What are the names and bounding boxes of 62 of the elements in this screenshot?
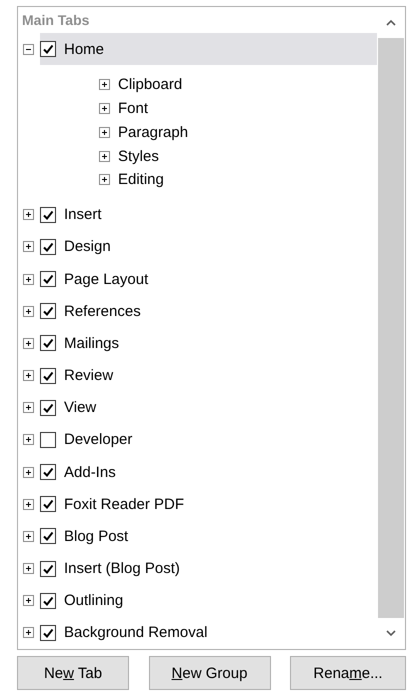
checkbox[interactable] [40, 303, 56, 320]
checkbox[interactable] [40, 206, 56, 223]
checkbox[interactable] [40, 496, 56, 512]
group-item[interactable]: Editing [116, 171, 166, 188]
expand-icon[interactable] [23, 434, 34, 446]
expand-icon[interactable] [23, 627, 34, 638]
new-group-button[interactable]: New Group [148, 656, 270, 690]
expand-icon[interactable] [99, 79, 110, 90]
tab-item[interactable]: Blog Post [40, 520, 377, 552]
checkbox[interactable] [40, 464, 56, 480]
tab-item[interactable]: View [40, 392, 377, 424]
expand-icon[interactable] [23, 595, 34, 606]
tab-item[interactable]: Design [40, 230, 377, 263]
checkbox[interactable] [40, 368, 56, 384]
checkbox[interactable] [40, 41, 56, 57]
tab-item[interactable]: Insert [40, 198, 377, 231]
tab-item[interactable]: Mailings [40, 327, 377, 360]
expand-icon[interactable] [99, 126, 110, 138]
checkbox[interactable] [40, 432, 56, 448]
expand-icon[interactable] [23, 370, 34, 382]
expand-icon[interactable] [23, 498, 34, 510]
tab-item[interactable]: Page Layout [40, 262, 377, 296]
checkbox[interactable] [40, 528, 56, 544]
expand-icon[interactable] [23, 209, 34, 220]
checkbox[interactable] [40, 335, 56, 352]
group-item[interactable]: Font [116, 100, 150, 118]
tab-item[interactable]: Review [40, 359, 377, 392]
scrollbar-thumb[interactable] [378, 38, 404, 618]
expand-icon[interactable] [99, 150, 110, 162]
checkbox[interactable] [40, 592, 56, 609]
expand-icon[interactable] [23, 274, 34, 285]
collapse-icon[interactable] [23, 44, 34, 54]
expand-icon[interactable] [23, 563, 34, 574]
expand-icon[interactable] [23, 530, 34, 542]
expand-icon[interactable] [99, 103, 110, 114]
tab-item[interactable]: Background Removal [40, 616, 377, 650]
list-header: Main Tabs [21, 11, 90, 30]
expand-icon[interactable] [23, 306, 34, 317]
tab-item[interactable]: Home [40, 32, 377, 66]
tab-item[interactable]: Add-Ins [40, 456, 377, 488]
rename-button[interactable]: Rename... [290, 656, 406, 690]
group-item[interactable]: Clipboard [116, 76, 184, 94]
tab-item[interactable]: Foxit Reader PDF [40, 488, 377, 520]
expand-icon[interactable] [23, 338, 34, 349]
scroll-up-icon[interactable] [386, 19, 396, 26]
checkbox[interactable] [40, 271, 56, 288]
checkbox[interactable] [40, 560, 56, 577]
new-tab-button[interactable]: New Tab [17, 656, 129, 690]
expand-icon[interactable] [99, 174, 110, 186]
tab-item[interactable]: References [40, 295, 377, 328]
scroll-down-icon[interactable] [386, 630, 396, 637]
checkbox[interactable] [40, 238, 56, 255]
expand-icon[interactable] [23, 466, 34, 478]
checkbox[interactable] [40, 400, 56, 416]
tab-item[interactable]: Insert (Blog Post) [40, 552, 377, 585]
group-item[interactable]: Paragraph [116, 124, 190, 141]
expand-icon[interactable] [23, 241, 34, 252]
tab-item[interactable]: Outlining [40, 584, 377, 617]
tab-item[interactable]: Developer [40, 424, 377, 456]
checkbox[interactable] [40, 624, 56, 641]
expand-icon[interactable] [23, 402, 34, 414]
group-item[interactable]: Styles [116, 148, 161, 165]
